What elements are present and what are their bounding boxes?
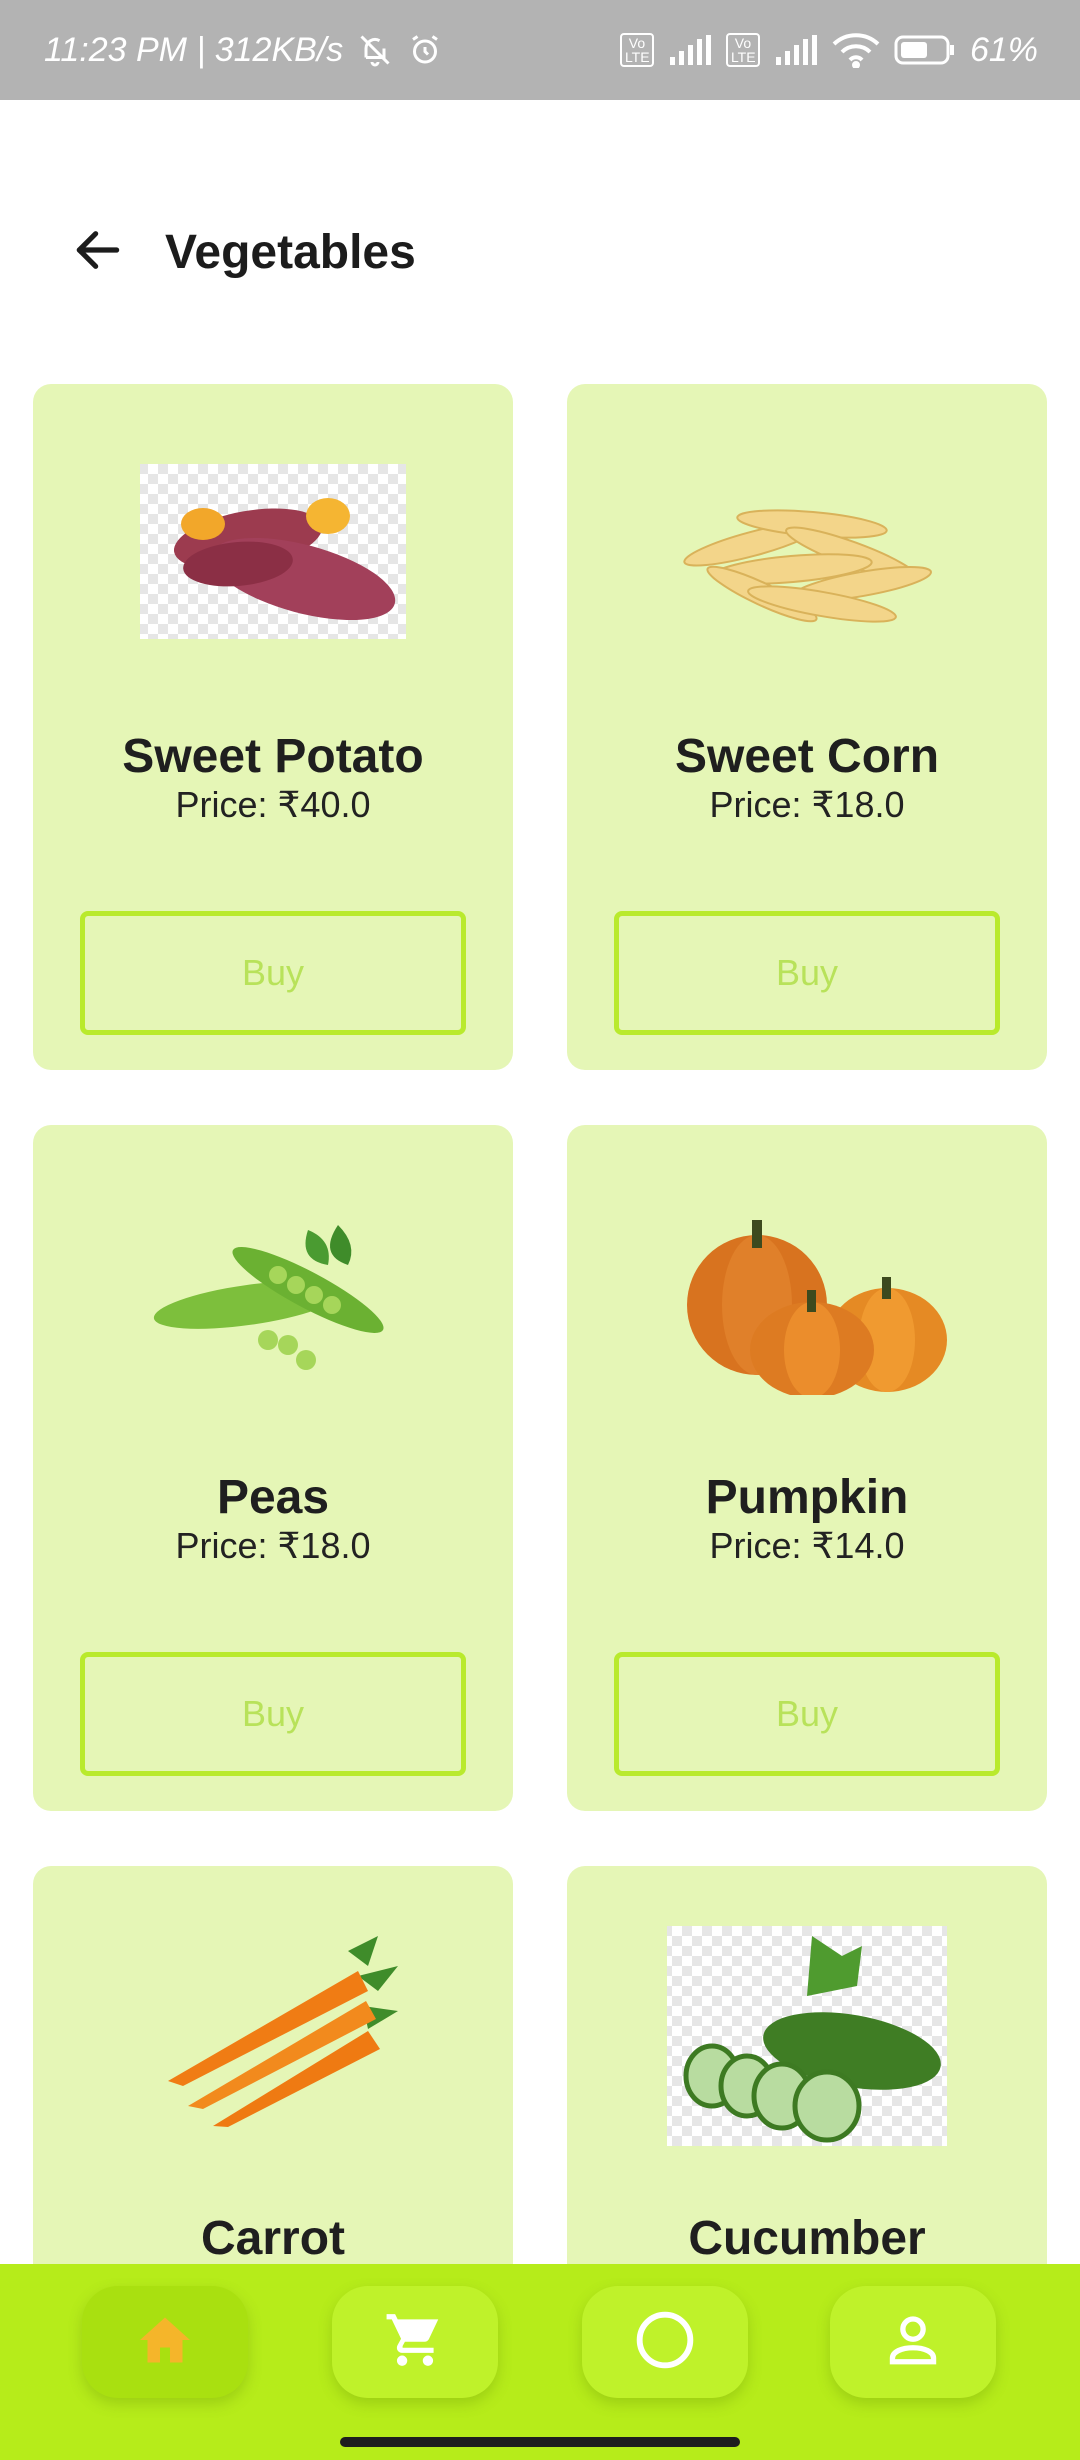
status-left: 11:23 PM | 312KB/s (44, 31, 443, 70)
sim1-badge: Vo LTE (619, 33, 654, 67)
nav-cart[interactable] (332, 2286, 498, 2398)
peas-image (128, 1195, 418, 1395)
home-icon (135, 2312, 195, 2373)
screen: 11:23 PM | 312KB/s Vo LTE Vo LTE 61% Veg… (0, 0, 1080, 2460)
buy-button[interactable]: Buy (614, 1652, 1000, 1776)
product-price: Price: ₹18.0 (709, 784, 905, 825)
product-card-peas[interactable]: Peas Price: ₹18.0 Buy (33, 1125, 513, 1811)
product-name: Cucumber (688, 2212, 926, 2265)
home-indicator[interactable] (340, 2437, 740, 2447)
sweet-potato-image (128, 454, 418, 654)
product-price: Price: ₹18.0 (175, 1525, 371, 1566)
alarm-icon (407, 32, 443, 68)
product-price: Price: ₹14.0 (709, 1525, 905, 1566)
product-name: Peas (216, 1471, 330, 1524)
buy-button[interactable]: Buy (80, 1652, 466, 1776)
signal-icon (668, 35, 712, 65)
product-card-sweet-potato[interactable]: Sweet Potato Price: ₹40.0 Buy (33, 384, 513, 1070)
product-name: Pumpkin (705, 1471, 909, 1524)
sim2-badge: Vo LTE (725, 33, 760, 67)
battery-icon (894, 34, 956, 66)
profile-icon (884, 2311, 942, 2374)
buy-button[interactable]: Buy (80, 911, 466, 1035)
carrot-image (128, 1931, 418, 2131)
bottom-nav (0, 2264, 1080, 2460)
product-price: Price: ₹40.0 (175, 784, 371, 825)
pumpkin-image (662, 1195, 952, 1398)
back-arrow-icon[interactable] (70, 222, 126, 278)
cart-icon (384, 2309, 446, 2376)
nav-home[interactable] (82, 2286, 248, 2398)
buy-button[interactable]: Buy (614, 911, 1000, 1035)
page-title: Vegetables (165, 226, 416, 279)
bell-off-icon (357, 32, 393, 68)
product-card-pumpkin[interactable]: Pumpkin Price: ₹14.0 Buy (567, 1125, 1047, 1811)
status-right: Vo LTE Vo LTE 61% (619, 30, 1038, 70)
status-bar: 11:23 PM | 312KB/s Vo LTE Vo LTE 61% (0, 0, 1080, 100)
sweet-corn-image (662, 454, 952, 654)
nav-profile[interactable] (830, 2286, 996, 2398)
wifi-icon (832, 32, 880, 68)
cucumber-image (662, 1926, 952, 2146)
circle-icon (633, 2308, 697, 2377)
product-card-sweet-corn[interactable]: Sweet Corn Price: ₹18.0 Buy (567, 384, 1047, 1070)
product-name: Sweet Potato (122, 730, 424, 783)
product-name: Carrot (200, 2212, 346, 2265)
product-name: Sweet Corn (674, 730, 940, 783)
signal-icon (774, 35, 818, 65)
status-time: 11:23 PM | 312KB/s (44, 30, 344, 69)
nav-circle[interactable] (582, 2286, 748, 2398)
battery-percent: 61% (969, 30, 1038, 69)
